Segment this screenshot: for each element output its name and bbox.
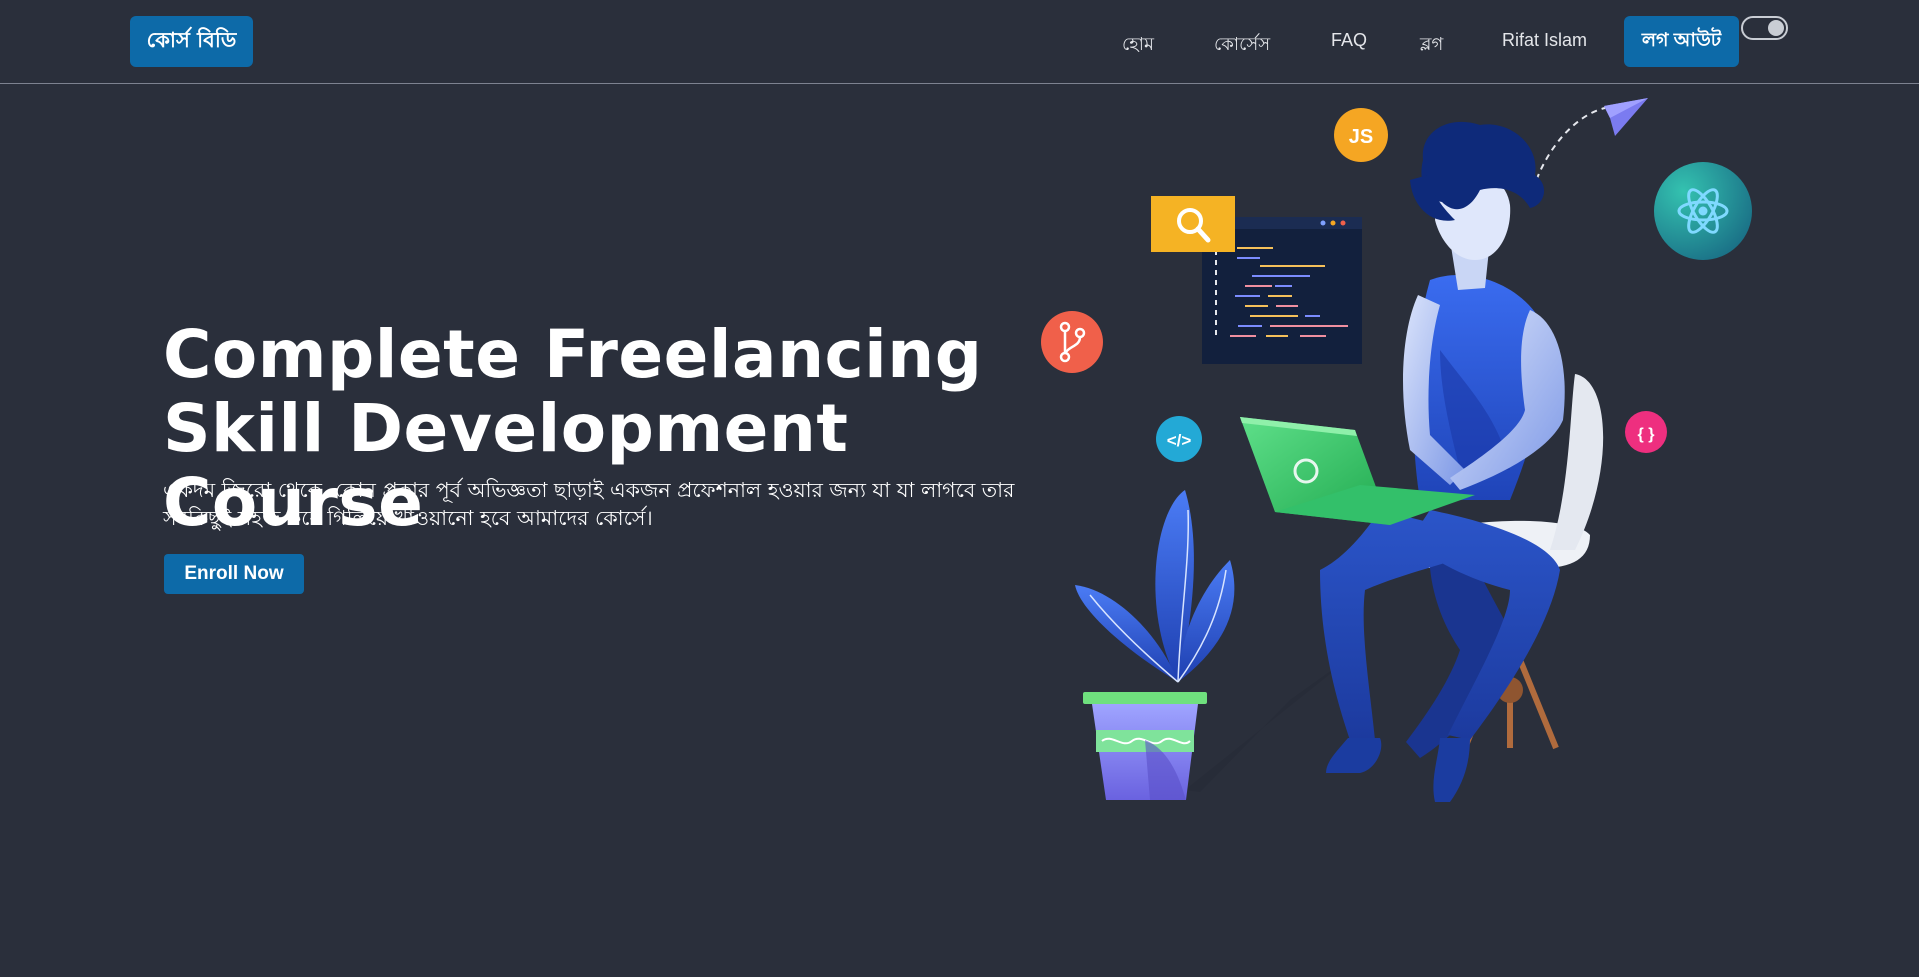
nav-blog[interactable]: ব্লগ: [1420, 30, 1443, 61]
braces-icon: { }: [1625, 411, 1667, 453]
hero-subtitle-line1: একদম জিরো থেকে, কোন প্রকার পূর্ব অভিজ্ঞত…: [163, 478, 1015, 502]
react-logo-icon: [1654, 162, 1752, 260]
svg-text:{ }: { }: [1638, 426, 1655, 443]
hero-subtitle-line2: সবকিছুই সহজ করে গিলিয়ে খাওয়ানো হবে আমা…: [163, 506, 653, 530]
nav-home[interactable]: হোম: [1122, 30, 1154, 61]
toggle-knob: [1768, 20, 1784, 36]
logout-button[interactable]: লগ আউট: [1624, 16, 1739, 67]
enroll-now-button[interactable]: Enroll Now: [164, 554, 304, 594]
code-tag-icon: </>: [1156, 416, 1202, 462]
navbar: কোর্স বিডি হোম কোর্সেস FAQ ব্লগ Rifat Is…: [0, 0, 1919, 84]
svg-text:</>: </>: [1167, 431, 1192, 450]
nav-user-name[interactable]: Rifat Islam: [1502, 30, 1587, 51]
svg-text:JS: JS: [1349, 126, 1373, 148]
theme-toggle[interactable]: [1741, 16, 1788, 40]
js-badge-icon: JS: [1334, 108, 1388, 162]
git-branch-icon: [1041, 311, 1103, 373]
nav-faq[interactable]: FAQ: [1331, 30, 1367, 51]
hero-illustration: JS </> {}: [1041, 98, 1752, 802]
paper-plane-icon: [1532, 98, 1648, 191]
hero-title-line1: Complete Freelancing: [163, 316, 983, 393]
hero-subtitle: একদম জিরো থেকে, কোন প্রকার পূর্ব অভিজ্ঞত…: [163, 476, 1053, 532]
plant-icon: [1075, 490, 1360, 800]
search-icon: [1151, 196, 1235, 252]
nav-courses[interactable]: কোর্সেস: [1214, 30, 1270, 61]
